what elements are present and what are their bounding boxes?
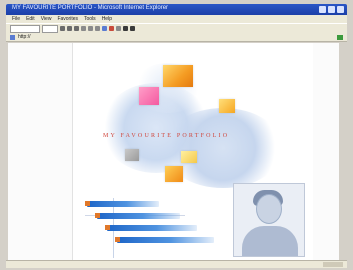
page-icon [10, 34, 15, 40]
toolbar-size-select[interactable] [42, 24, 58, 33]
align-right-icon[interactable] [95, 26, 100, 31]
photo-thumbnail[interactable] [165, 166, 183, 182]
table-icon[interactable] [116, 26, 121, 31]
align-left-icon[interactable] [81, 26, 86, 31]
spell-check-icon[interactable] [130, 26, 135, 31]
bullet-marker [95, 213, 100, 218]
page-headline: MY FAVOURITE PORTFOLIO [103, 133, 230, 139]
progress-bar[interactable] [97, 213, 180, 219]
progress-bar[interactable] [87, 201, 159, 207]
progress-bar[interactable] [117, 237, 214, 243]
bullet-marker [85, 201, 90, 206]
progress-bar[interactable] [107, 225, 197, 231]
go-button[interactable] [337, 35, 343, 40]
maximize-button[interactable] [328, 6, 335, 13]
menu-view[interactable]: View [41, 15, 52, 23]
menu-edit[interactable]: Edit [26, 15, 35, 23]
align-center-icon[interactable] [88, 26, 93, 31]
underline-icon[interactable] [74, 26, 79, 31]
bullet-marker [115, 237, 120, 242]
font-color-icon[interactable] [109, 26, 114, 31]
left-margin [8, 43, 73, 260]
photo-thumbnail[interactable] [125, 149, 139, 161]
photo-thumbnail[interactable] [219, 99, 235, 113]
toolbar-font-select[interactable] [10, 24, 40, 33]
portrait-shoulders [242, 226, 298, 256]
toolbar [6, 23, 347, 33]
menu-help[interactable]: Help [102, 15, 112, 23]
bold-icon[interactable] [60, 26, 65, 31]
portrait-photo[interactable] [233, 183, 305, 257]
photo-thumbnail[interactable] [139, 87, 159, 105]
page-canvas: MY FAVOURITE PORTFOLIO [8, 43, 339, 260]
browser-window: MY FAVOURITE PORTFOLIO - Microsoft Inter… [0, 0, 353, 270]
window-title: MY FAVOURITE PORTFOLIO - Microsoft Inter… [12, 5, 169, 11]
photo-thumbnail[interactable] [181, 151, 197, 163]
minimize-button[interactable] [319, 6, 326, 13]
address-input[interactable]: http:// [18, 34, 31, 40]
italic-icon[interactable] [67, 26, 72, 31]
menu-file[interactable]: File [12, 15, 20, 23]
window-controls [319, 6, 344, 13]
bullet-marker [105, 225, 110, 230]
close-button[interactable] [337, 6, 344, 13]
photo-thumbnail[interactable] [163, 65, 193, 87]
right-margin [312, 43, 339, 260]
image-icon[interactable] [123, 26, 128, 31]
page-content: MY FAVOURITE PORTFOLIO [73, 43, 313, 260]
title-bar: MY FAVOURITE PORTFOLIO - Microsoft Inter… [6, 4, 347, 15]
link-icon[interactable] [102, 26, 107, 31]
menu-bar: File Edit View Favorites Tools Help [6, 15, 347, 23]
status-bar [6, 260, 347, 268]
menu-favorites[interactable]: Favorites [57, 15, 78, 23]
address-bar: http:// [6, 33, 347, 42]
portrait-face [256, 194, 282, 224]
status-zone-indicator [323, 262, 343, 267]
menu-tools[interactable]: Tools [84, 15, 96, 23]
